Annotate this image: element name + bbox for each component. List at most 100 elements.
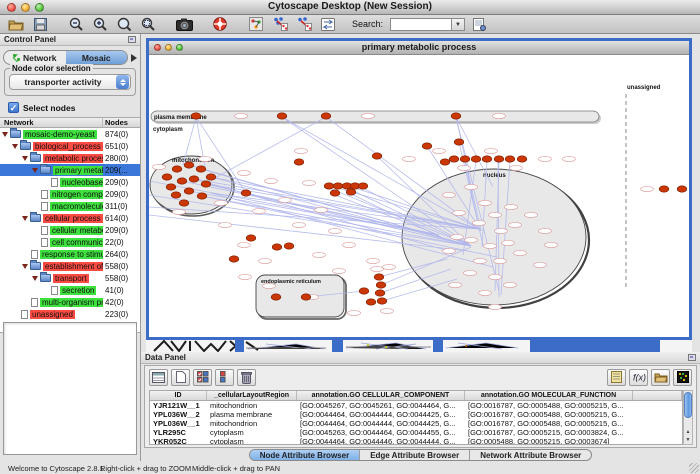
tree-row[interactable]: mosaic-demo-yeast874(0) [0, 128, 140, 140]
frame-zoom-button[interactable] [176, 44, 183, 51]
network-node[interactable] [677, 186, 687, 192]
frame-minimize-button[interactable] [165, 44, 172, 51]
function-builder-button[interactable]: f(x) [629, 369, 648, 386]
zoom-out-button[interactable] [66, 16, 86, 33]
network-node[interactable] [494, 156, 504, 162]
network-node[interactable] [284, 243, 294, 249]
network-node[interactable] [166, 184, 176, 190]
table-row[interactable]: YPL036W__1mitochondrion[GO:0044464, GO:0… [150, 419, 682, 428]
tree-col-network[interactable]: Network [0, 118, 103, 127]
expand-triangle-icon[interactable] [2, 132, 8, 137]
network-node[interactable] [454, 139, 464, 145]
network-node[interactable] [201, 181, 211, 187]
network-node[interactable] [191, 113, 201, 119]
network-node[interactable] [482, 156, 492, 162]
select-nodes-checkbox[interactable]: ✓ [8, 102, 19, 113]
tree-row[interactable]: multi-organism pro42(0) [0, 296, 140, 308]
snapshot-button[interactable] [174, 16, 194, 33]
network-node[interactable] [460, 156, 470, 162]
tree-row[interactable]: biological_process651(0) [0, 140, 140, 152]
tree-row[interactable]: response to stimulu264(0) [0, 248, 140, 260]
attribute-selection-button[interactable] [193, 369, 212, 386]
network-canvas[interactable]: plasma membranecytoplasmmitochondrionnuc… [149, 55, 689, 337]
expand-triangle-icon[interactable] [22, 264, 28, 269]
scrollbar-thumb[interactable] [684, 392, 692, 418]
tree-row[interactable]: transport558(0) [0, 272, 140, 284]
background-window-edge[interactable] [530, 340, 660, 352]
tree-row[interactable]: nitrogen compo209(0) [0, 188, 140, 200]
network-node[interactable] [171, 192, 181, 198]
network-node[interactable] [471, 156, 481, 162]
network-node[interactable] [422, 143, 432, 149]
network-node[interactable] [451, 113, 461, 119]
tree-row[interactable]: establishment of lo558(0) [0, 260, 140, 272]
column-header[interactable]: annotation.GO CELLULAR_COMPONENT [297, 391, 465, 400]
search-dropdown-button[interactable]: ▼ [452, 18, 465, 31]
help-button[interactable] [210, 16, 230, 33]
column-header[interactable]: ID [150, 391, 207, 400]
network-node[interactable] [330, 190, 340, 196]
expand-triangle-icon[interactable] [22, 216, 28, 221]
select-attributes-button[interactable] [149, 369, 168, 386]
attribute-editor-button[interactable] [607, 369, 626, 386]
table-row[interactable]: YKR052Ccytoplasm[GO:0044464, GO:0044446,… [150, 437, 682, 445]
birds-eye-view[interactable] [3, 322, 137, 455]
search-config-button[interactable] [469, 16, 489, 33]
network-node[interactable] [359, 288, 369, 294]
matrix-view-button[interactable] [673, 369, 692, 386]
network-node[interactable] [172, 166, 182, 172]
resize-grip[interactable] [689, 463, 699, 473]
network-node[interactable] [277, 113, 287, 119]
network-node[interactable] [197, 193, 207, 199]
control-panel-float-icon[interactable] [128, 36, 136, 43]
zoom-fit-button[interactable] [114, 16, 134, 33]
create-view-button[interactable] [270, 16, 290, 33]
table-row[interactable]: YJR121W__1mitochondrion[GO:0045267, GO:0… [150, 401, 682, 410]
network-node[interactable] [162, 174, 172, 180]
tree-row[interactable]: secretion41(0) [0, 284, 140, 296]
network-view-button[interactable] [246, 16, 266, 33]
background-window-edge[interactable] [332, 340, 343, 352]
tree-row[interactable]: cellular process614(0) [0, 212, 140, 224]
frame-close-button[interactable] [154, 44, 161, 51]
network-node[interactable] [206, 174, 216, 180]
network-node[interactable] [294, 159, 304, 165]
node-color-select[interactable]: transporter activity [9, 74, 131, 90]
tree-row[interactable]: cell communicat22(0) [0, 236, 140, 248]
table-scrollbar[interactable]: ▲ ▼ [683, 390, 693, 445]
scroll-up-button[interactable]: ▲ [684, 428, 692, 436]
tree-row[interactable]: primary metabo209(... [0, 164, 140, 176]
tab-scroll-arrow[interactable] [131, 54, 137, 62]
network-node[interactable] [375, 290, 385, 296]
minimize-window-button[interactable] [21, 3, 30, 12]
network-node[interactable] [241, 190, 251, 196]
open-session-button[interactable] [6, 16, 26, 33]
table-row[interactable]: YPL036W__2plasma membrane[GO:0044464, GO… [150, 410, 682, 419]
network-node[interactable] [184, 188, 194, 194]
tree-row[interactable]: nucleobase-209(0) [0, 176, 140, 188]
network-node[interactable] [196, 166, 206, 172]
delete-attribute-button[interactable] [237, 369, 256, 386]
tree-row[interactable]: metabolic process280(0) [0, 152, 140, 164]
network-node[interactable] [358, 183, 368, 189]
network-node[interactable] [229, 256, 239, 262]
network-node[interactable] [517, 156, 527, 162]
background-window-edge[interactable] [433, 340, 443, 352]
scroll-down-button[interactable]: ▼ [684, 436, 692, 444]
network-node[interactable] [366, 299, 376, 305]
data-panel-float-icon[interactable] [688, 354, 696, 361]
region-plasma-membrane[interactable] [151, 111, 599, 122]
tab-network[interactable]: Network [4, 51, 66, 64]
tab-node-attribute-browser[interactable]: Node Attribute Browser [250, 450, 361, 460]
tab-mosaic[interactable]: Mosaic [66, 51, 128, 64]
tree-row[interactable]: unassigned223(0) [0, 308, 140, 320]
close-window-button[interactable] [7, 3, 16, 12]
region-nucleus[interactable] [402, 169, 586, 305]
create-attribute-button[interactable] [171, 369, 190, 386]
network-node[interactable] [505, 156, 515, 162]
tree-col-nodes[interactable]: Nodes [103, 118, 140, 127]
attribute-modification-button[interactable] [215, 369, 234, 386]
network-view-titlebar[interactable]: primary metabolic process [149, 41, 689, 55]
search-input[interactable] [390, 18, 452, 31]
zoom-selected-button[interactable] [138, 16, 158, 33]
